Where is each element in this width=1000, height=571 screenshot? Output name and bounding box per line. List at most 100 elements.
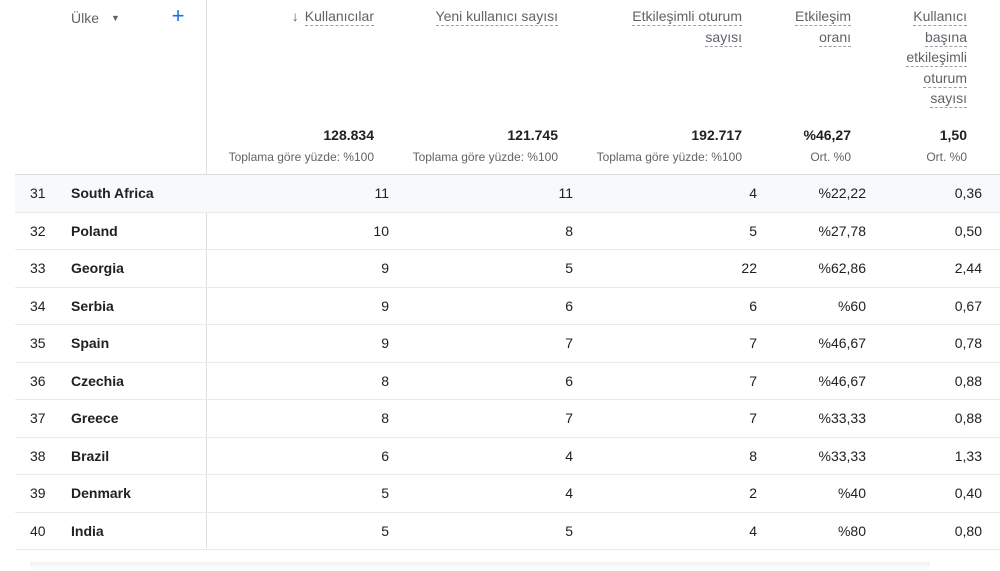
row-index: 38 <box>30 447 46 464</box>
table-row[interactable]: 38 Brazil 6 4 8 %33,33 1,33 <box>15 438 1000 475</box>
row-new-users: 8 <box>565 222 573 239</box>
row-users: 8 <box>381 410 389 426</box>
total-engaged-per-user: 1,50 <box>939 127 967 143</box>
row-users: 10 <box>373 222 389 239</box>
row-index: 32 <box>30 222 46 239</box>
row-country: Serbia <box>71 297 114 314</box>
scroll-shadow <box>30 562 930 571</box>
row-users: 5 <box>381 522 389 539</box>
row-new-users: 6 <box>565 297 573 314</box>
row-users: 9 <box>381 260 389 276</box>
column-header-engaged-sessions[interactable]: Etkileşimli oturum sayısı <box>632 6 742 47</box>
table-row[interactable]: 32 Poland 10 8 5 %27,78 0,50 <box>15 213 1000 250</box>
row-engaged-per-user: 2,44 <box>954 260 982 276</box>
table-row[interactable]: 35 Spain 9 7 7 %46,67 0,78 <box>15 325 1000 363</box>
row-engaged-per-user: 0,80 <box>954 522 982 539</box>
row-engagement-rate: %33,33 <box>818 410 866 426</box>
row-engaged-sessions: 8 <box>749 447 757 464</box>
row-users: 9 <box>381 297 389 314</box>
row-index: 35 <box>30 335 46 351</box>
report-table: Ülke ▼ + ↓ Kullanıcılar Yeni kullanıcı sa… <box>0 0 1000 571</box>
row-engagement-rate: %80 <box>837 522 866 539</box>
row-engaged-sessions: 7 <box>749 335 757 351</box>
row-country: Poland <box>71 222 118 239</box>
row-users: 11 <box>374 185 389 201</box>
row-new-users: 5 <box>565 260 573 276</box>
row-new-users: 5 <box>565 522 573 539</box>
column-header-label-line: Kullanıcı <box>913 8 967 26</box>
total-engagement-rate: %46,27 <box>803 127 851 143</box>
table-row[interactable]: 37 Greece 8 7 7 %33,33 0,88 <box>15 400 1000 438</box>
row-index: 37 <box>30 410 46 426</box>
row-engagement-rate: %60 <box>837 297 866 314</box>
column-header-label-line: sayısı <box>705 28 742 47</box>
table-row[interactable]: 34 Serbia 9 6 6 %60 0,67 <box>15 288 1000 325</box>
total-new-users: 121.745 <box>507 127 558 143</box>
row-engagement-rate: %40 <box>837 485 866 501</box>
column-header-new-users[interactable]: Yeni kullanıcı sayısı <box>435 6 558 27</box>
row-engaged-sessions: 2 <box>749 485 757 501</box>
table-row[interactable]: 40 India 5 5 4 %80 0,80 <box>15 513 1000 550</box>
row-index: 40 <box>30 522 46 539</box>
dimension-selector[interactable]: Ülke ▼ <box>71 8 120 28</box>
row-country: Brazil <box>71 447 110 464</box>
row-country: Denmark <box>71 485 131 501</box>
table-row[interactable]: 33 Georgia 9 5 22 %62,86 2,44 <box>15 250 1000 288</box>
row-country: Georgia <box>71 260 124 276</box>
table-row[interactable]: 39 Denmark 5 4 2 %40 0,40 <box>15 475 1000 513</box>
row-engagement-rate: %27,78 <box>818 222 866 239</box>
column-header-users-label: Kullanıcılar <box>304 8 374 26</box>
row-engaged-per-user: 1,33 <box>954 447 982 464</box>
row-engaged-sessions: 4 <box>749 185 757 201</box>
row-new-users: 7 <box>565 335 573 351</box>
column-header-label-line: başına <box>924 28 967 47</box>
row-engagement-rate: %46,67 <box>818 335 866 351</box>
column-header-engaged-per-user[interactable]: Kullanıcı başına etkileşimli oturum sayı… <box>906 6 967 109</box>
row-engaged-per-user: 0,36 <box>954 185 982 201</box>
total-new-users-sub: Toplama göre yüzde: %100 <box>412 150 558 164</box>
arrow-down-icon: ↓ <box>291 8 299 24</box>
row-engaged-sessions: 6 <box>749 297 757 314</box>
row-index: 33 <box>30 260 46 276</box>
table-row[interactable]: 31 South Africa 11 11 4 %22,22 0,36 <box>15 175 1000 213</box>
total-engaged-per-user-sub: Ort. %0 <box>926 150 967 164</box>
row-engagement-rate: %33,33 <box>818 447 866 464</box>
column-header-label-line: oturum <box>923 69 967 88</box>
column-header-label-line: sayısı <box>930 90 967 108</box>
dimension-label: Ülke <box>71 10 100 26</box>
column-header-users[interactable]: ↓ Kullanıcılar <box>292 6 374 27</box>
total-engaged-sessions-sub: Toplama göre yüzde: %100 <box>596 150 742 164</box>
row-engaged-per-user: 0,88 <box>954 372 982 389</box>
row-country: Spain <box>71 335 110 351</box>
column-header-label-line: etkileşimli <box>906 49 967 67</box>
total-users-sub: Toplama göre yüzde: %100 <box>228 150 374 164</box>
table-row[interactable]: 36 Czechia 8 6 7 %46,67 0,88 <box>15 363 1000 400</box>
row-index: 36 <box>30 372 46 389</box>
row-engagement-rate: %22,22 <box>818 185 866 201</box>
row-engagement-rate: %46,67 <box>818 372 866 389</box>
add-dimension-button[interactable]: + <box>168 5 188 27</box>
row-country: India <box>71 522 104 539</box>
column-header-engagement-rate[interactable]: Etkileşim oranı <box>794 6 851 47</box>
row-index: 39 <box>30 485 46 501</box>
row-new-users: 4 <box>565 485 573 501</box>
column-header-new-users-label: Yeni kullanıcı sayısı <box>435 8 558 26</box>
row-users: 5 <box>381 485 389 501</box>
total-users: 128.834 <box>323 127 374 143</box>
row-users: 8 <box>381 372 389 389</box>
total-engagement-rate-sub: Ort. %0 <box>810 150 851 164</box>
row-country: Czechia <box>71 372 124 389</box>
row-engaged-sessions: 5 <box>749 222 757 239</box>
table-body: 31 South Africa 11 11 4 %22,22 0,36 32 P… <box>15 175 1000 550</box>
row-engaged-per-user: 0,88 <box>954 410 982 426</box>
row-country: Greece <box>71 410 119 426</box>
total-engaged-sessions: 192.717 <box>691 127 742 143</box>
row-engagement-rate: %62,86 <box>818 260 866 276</box>
row-users: 6 <box>381 447 389 464</box>
row-engaged-sessions: 22 <box>741 260 757 276</box>
row-users: 9 <box>381 335 389 351</box>
row-index: 34 <box>30 297 46 314</box>
row-engaged-sessions: 7 <box>749 410 757 426</box>
column-header-label-line: oranı <box>819 28 851 47</box>
caret-down-icon: ▼ <box>111 13 120 23</box>
